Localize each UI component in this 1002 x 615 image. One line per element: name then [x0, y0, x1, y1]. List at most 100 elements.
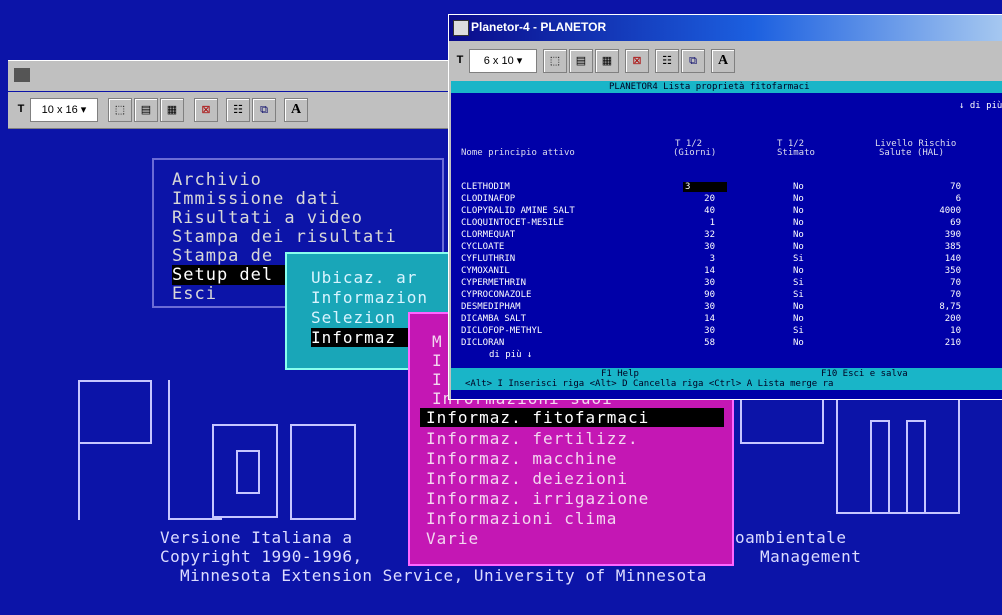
table-cell-hal[interactable]: 70	[921, 182, 961, 192]
font-select[interactable]: 10 x 16 ▾	[30, 98, 98, 122]
copy-icon[interactable]: ▤	[569, 49, 593, 73]
submenu-partial-item[interactable]: I	[432, 370, 443, 389]
table-cell-t12[interactable]: 30	[691, 326, 715, 336]
table-cell-stim[interactable]: No	[793, 218, 804, 228]
menu-item-clima[interactable]: Informazioni clima	[426, 509, 617, 528]
table-cell-name[interactable]: CYPERMETHRIN	[461, 278, 526, 288]
submenu-item-ubicazione[interactable]: Ubicaz. ar	[311, 268, 417, 287]
column-header-stimato-line2: Stimato	[777, 148, 815, 158]
font-select-value: 10 x 16	[41, 104, 78, 116]
table-cell-name[interactable]: DICAMBA SALT	[461, 314, 526, 324]
table-cell-stim[interactable]: Si	[793, 326, 804, 336]
window-titlebar[interactable]: Planetor-4 - PLANETOR	[449, 15, 1002, 41]
table-cell-t12[interactable]: 30	[691, 278, 715, 288]
table-cell-hal[interactable]: 4000	[921, 206, 961, 216]
table-cell-t12[interactable]: 30	[691, 302, 715, 312]
mark-icon[interactable]: ⬚	[108, 98, 132, 122]
table-cell-t12[interactable]: 40	[691, 206, 715, 216]
table-cell-hal[interactable]: 8,75	[921, 302, 961, 312]
table-cell-name[interactable]: CYCLOATE	[461, 242, 504, 252]
table-cell-hal[interactable]: 70	[921, 278, 961, 288]
table-cell-name[interactable]: DICLOFOP-METHYL	[461, 326, 542, 336]
properties-icon[interactable]: ☷	[226, 98, 250, 122]
background-icon[interactable]: ⧉	[681, 49, 705, 73]
font-size-icon[interactable]: T	[14, 98, 28, 120]
table-cell-hal[interactable]: 140	[921, 254, 961, 264]
table-cell-t12[interactable]: 14	[691, 266, 715, 276]
table-cell-name[interactable]: CLOPYRALID AMINE SALT	[461, 206, 575, 216]
table-cell-t12[interactable]: 90	[691, 290, 715, 300]
properties-icon[interactable]: ☷	[655, 49, 679, 73]
table-cell-t12[interactable]: 20	[691, 194, 715, 204]
copy-icon[interactable]: ▤	[134, 98, 158, 122]
table-cell-t12[interactable]: 58	[691, 338, 715, 348]
table-cell-name[interactable]: CYFLUTHRIN	[461, 254, 515, 264]
background-icon[interactable]: ⧉	[252, 98, 276, 122]
table-cell-stim[interactable]: No	[793, 182, 804, 192]
table-cell-hal[interactable]: 6	[921, 194, 961, 204]
table-cell-hal[interactable]: 390	[921, 230, 961, 240]
font-select[interactable]: 6 x 10 ▾	[469, 49, 537, 73]
table-cell-name[interactable]: DICLORAN	[461, 338, 504, 348]
table-cell-stim[interactable]: Si	[793, 290, 804, 300]
menu-item-fitofarmaci[interactable]: Informaz. fitofarmaci	[420, 408, 724, 427]
table-cell-hal[interactable]: 210	[921, 338, 961, 348]
submenu-item-selezione[interactable]: Selezion	[311, 308, 396, 327]
table-cell-t12[interactable]: 3	[683, 182, 727, 192]
menu-item-stampa-de[interactable]: Stampa de	[172, 246, 273, 266]
background-window-toolbar: T 10 x 16 ▾ ⬚ ▤ ▦ ⊠ ☷ ⧉ A	[8, 92, 478, 129]
menu-item-deiezioni[interactable]: Informaz. deiezioni	[426, 469, 628, 488]
menu-item-esci[interactable]: Esci	[172, 284, 217, 304]
table-cell-hal[interactable]: 385	[921, 242, 961, 252]
table-cell-t12[interactable]: 14	[691, 314, 715, 324]
table-cell-t12[interactable]: 1	[691, 218, 715, 228]
table-cell-stim[interactable]: No	[793, 242, 804, 252]
fullscreen-icon[interactable]: ⊠	[194, 98, 218, 122]
table-cell-name[interactable]: CLODINAFOP	[461, 194, 515, 204]
mark-icon[interactable]: ⬚	[543, 49, 567, 73]
table-cell-t12[interactable]: 3	[691, 254, 715, 264]
table-cell-name[interactable]: CYMOXANIL	[461, 266, 510, 276]
font-icon[interactable]: A	[284, 98, 308, 122]
menu-item-irrigazione[interactable]: Informaz. irrigazione	[426, 489, 649, 508]
menu-item-archivio[interactable]: Archivio	[172, 170, 262, 190]
menu-item-stampa-risultati[interactable]: Stampa dei risultati	[172, 227, 397, 247]
table-cell-stim[interactable]: No	[793, 338, 804, 348]
table-cell-stim[interactable]: Si	[793, 278, 804, 288]
menu-item-macchine[interactable]: Informaz. macchine	[426, 449, 617, 468]
table-cell-stim[interactable]: No	[793, 194, 804, 204]
table-cell-stim[interactable]: No	[793, 230, 804, 240]
submenu-item-informazioni[interactable]: Informazion	[311, 288, 428, 307]
paste-icon[interactable]: ▦	[160, 98, 184, 122]
submenu-partial-item[interactable]: I	[432, 351, 443, 370]
table-cell-stim[interactable]: Si	[793, 254, 804, 264]
table-cell-stim[interactable]: No	[793, 302, 804, 312]
menu-item-varie[interactable]: Varie	[426, 529, 479, 548]
table-cell-name[interactable]: CLETHODIM	[461, 182, 510, 192]
font-icon[interactable]: A	[711, 49, 735, 73]
table-cell-stim[interactable]: No	[793, 314, 804, 324]
paste-icon[interactable]: ▦	[595, 49, 619, 73]
table-cell-name[interactable]: CYPROCONAZOLE	[461, 290, 531, 300]
table-cell-hal[interactable]: 10	[921, 326, 961, 336]
menu-item-setup[interactable]: Setup del	[172, 265, 304, 285]
table-cell-name[interactable]: DESMEDIPHAM	[461, 302, 521, 312]
font-size-icon[interactable]: T	[453, 49, 467, 71]
window-toolbar: T 6 x 10 ▾ ⬚ ▤ ▦ ⊠ ☷ ⧉ A	[449, 43, 1002, 79]
window-title: Planetor-4 - PLANETOR	[471, 20, 607, 34]
table-cell-hal[interactable]: 70	[921, 290, 961, 300]
table-cell-t12[interactable]: 32	[691, 230, 715, 240]
menu-item-immissione-dati[interactable]: Immissione dati	[172, 189, 341, 209]
table-cell-stim[interactable]: No	[793, 206, 804, 216]
menu-item-risultati-video[interactable]: Risultati a video	[172, 208, 363, 228]
table-cell-hal[interactable]: 200	[921, 314, 961, 324]
submenu-partial-item[interactable]: M	[432, 332, 443, 351]
table-cell-name[interactable]: CLORMEQUAT	[461, 230, 515, 240]
table-cell-stim[interactable]: No	[793, 266, 804, 276]
table-cell-hal[interactable]: 69	[921, 218, 961, 228]
table-cell-hal[interactable]: 350	[921, 266, 961, 276]
menu-item-fertilizzanti[interactable]: Informaz. fertilizz.	[426, 429, 639, 448]
table-cell-name[interactable]: CLOQUINTOCET-MESILE	[461, 218, 564, 228]
table-cell-t12[interactable]: 30	[691, 242, 715, 252]
fullscreen-icon[interactable]: ⊠	[625, 49, 649, 73]
